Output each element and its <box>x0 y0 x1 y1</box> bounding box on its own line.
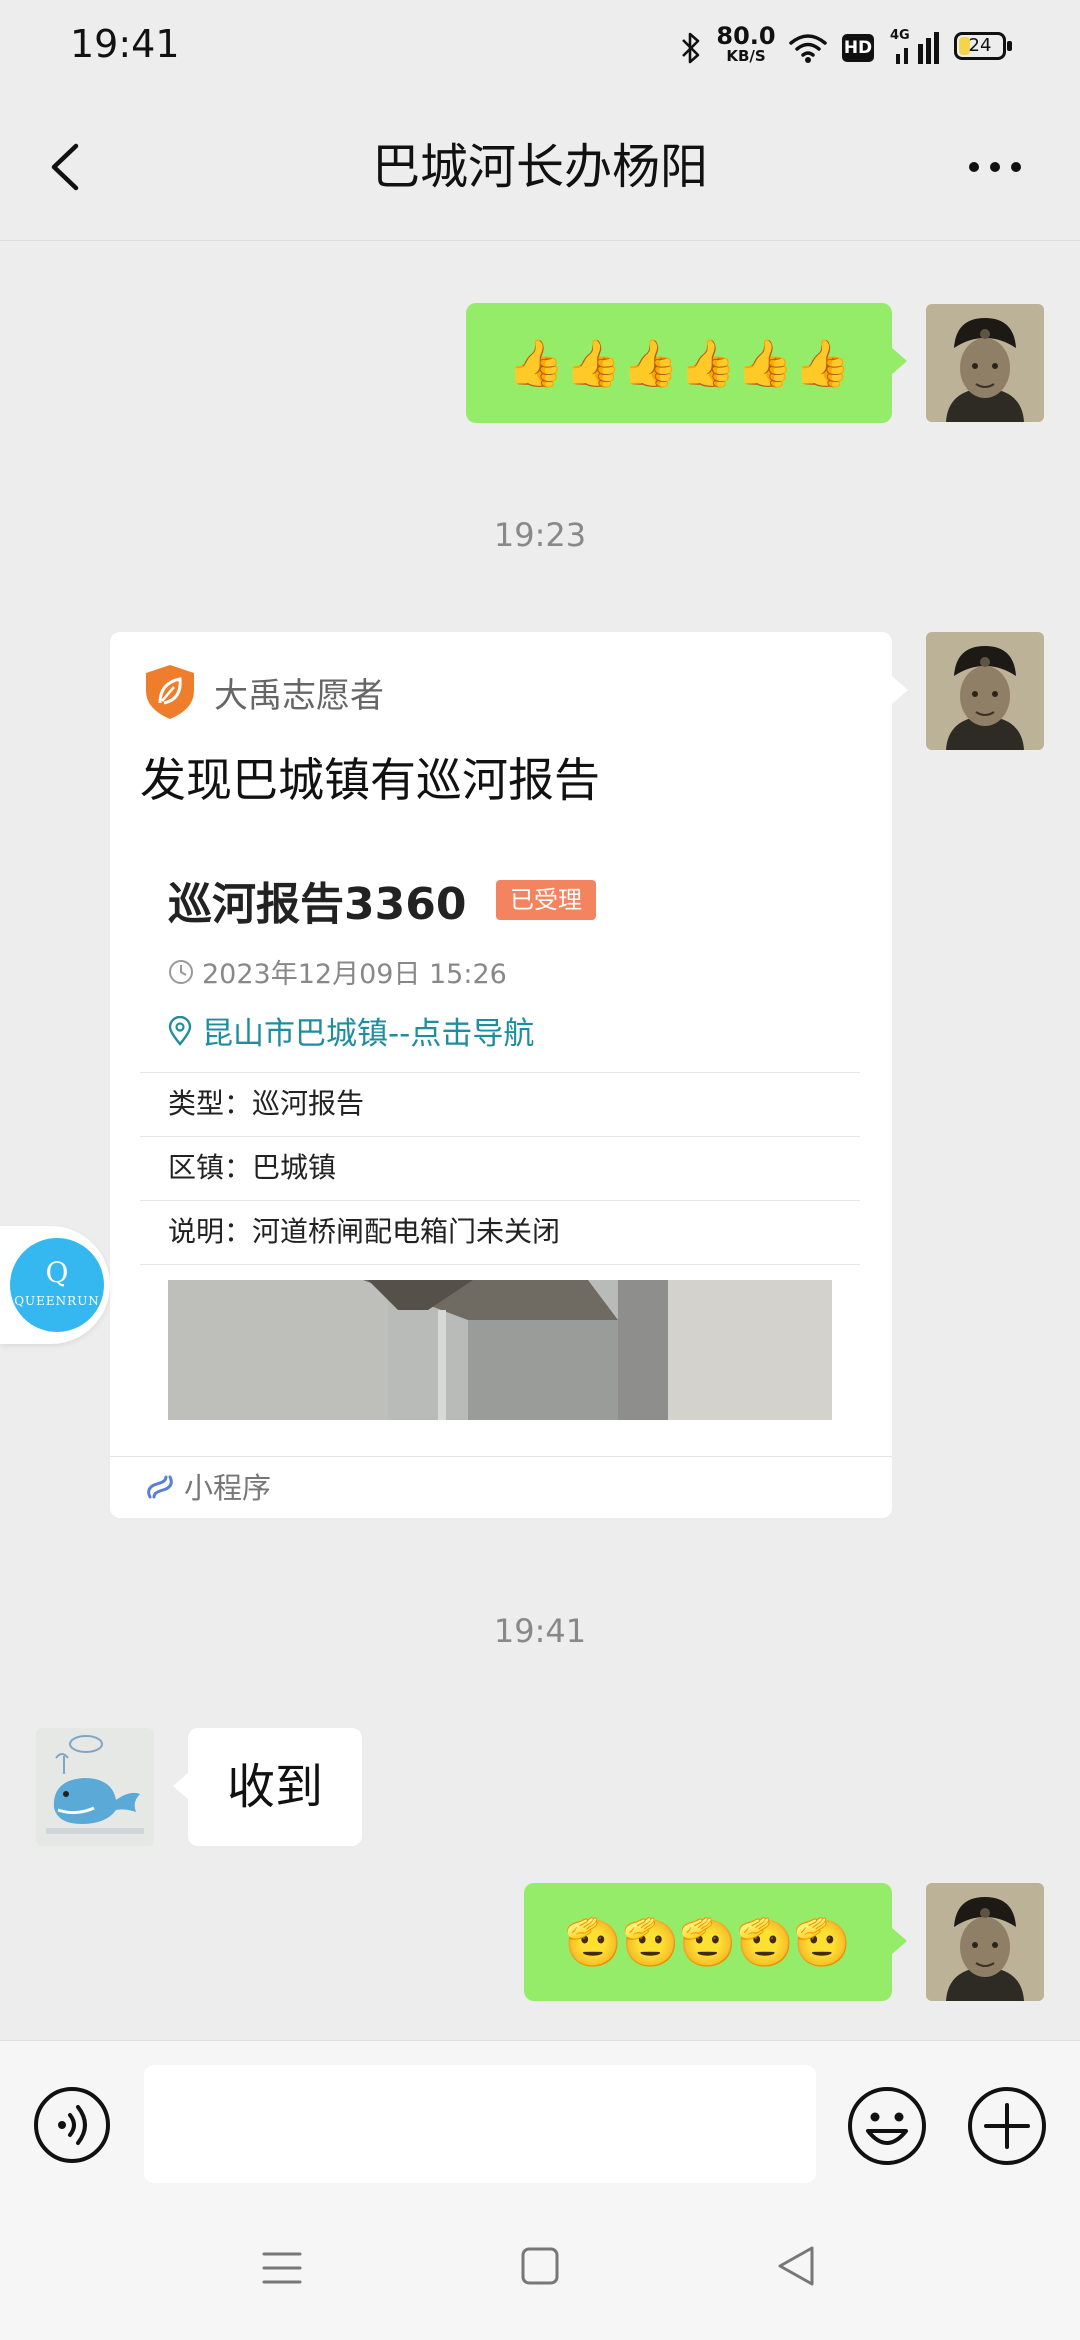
location-link-text: 昆山市巴城镇--点击导航 <box>202 1016 535 1052</box>
portrait-avatar-image <box>926 1883 1044 2001</box>
mini-program-card[interactable]: 大禹志愿者 发现巴城镇有巡河报告 巡河报告3360 已受理 2023年12月09… <box>110 632 892 1518</box>
plus-icon <box>968 2087 1046 2165</box>
info-row-description: 说明：河道桥闸配电箱门未关闭 <box>140 1200 860 1263</box>
status-bar: 19:41 80.0 KB/S HD 4G 24 <box>0 0 1080 96</box>
mini-program-label: 小程序 <box>184 1471 272 1505</box>
triangle-back-icon <box>778 2246 814 2286</box>
message-emoji: 🫡🫡🫡🫡🫡 <box>564 1914 852 1969</box>
card-source-name: 大禹志愿者 <box>214 675 384 716</box>
bubble-tail <box>891 347 907 375</box>
voice-button[interactable] <box>32 2085 112 2165</box>
nav-home-button[interactable] <box>520 2246 560 2286</box>
card-title: 发现巴城镇有巡河报告 <box>140 753 600 807</box>
message-input[interactable] <box>144 2065 816 2183</box>
timestamp: 19:23 <box>493 516 587 554</box>
message-bubble-outgoing[interactable]: 🫡🫡🫡🫡🫡 <box>524 1883 907 2001</box>
back-chevron-icon <box>51 143 79 191</box>
chat-input-bar <box>0 2040 1080 2191</box>
shield-leaf-icon <box>146 665 194 719</box>
card-tail <box>892 676 908 704</box>
battery-tip <box>1007 41 1012 51</box>
smiley-icon <box>848 2087 926 2165</box>
card-footer: 小程序 <box>110 1456 892 1518</box>
floating-queenrun-badge[interactable]: Q QUEENRUN <box>0 1226 110 1344</box>
back-button[interactable] <box>38 132 98 202</box>
portrait-avatar-image <box>926 304 1044 422</box>
hd-badge: HD <box>842 34 874 62</box>
report-datetime: 2023年12月09日 15:26 <box>202 959 507 990</box>
avatar-self[interactable] <box>926 632 1044 750</box>
chat-header: 巴城河长办杨阳 <box>0 96 1080 241</box>
avatar-contact[interactable] <box>36 1728 154 1846</box>
report-title: 巡河报告3360 <box>168 879 467 930</box>
status-time: 19:41 <box>70 22 180 66</box>
more-button[interactable] <box>960 132 1030 202</box>
emoji-button[interactable] <box>846 2085 928 2167</box>
navigation-link[interactable]: 昆山市巴城镇--点击导航 <box>168 1008 534 1053</box>
status-badge: 已受理 <box>496 880 596 920</box>
info-row-district: 区镇：巴城镇 <box>140 1136 860 1199</box>
more-functions-button[interactable] <box>966 2085 1048 2167</box>
wifi-icon <box>786 26 830 70</box>
chat-title: 巴城河长办杨阳 <box>371 139 708 195</box>
info-row-text: 说明：河道桥闸配电箱门未关闭 <box>168 1215 561 1248</box>
whale-avatar-image <box>36 1728 154 1846</box>
square-home-icon <box>521 2247 559 2285</box>
mini-program-icon <box>147 1475 173 1499</box>
avatar-self[interactable] <box>926 1883 1044 2001</box>
signal-icon: 4G <box>890 26 940 70</box>
message-emoji: 👍👍👍👍👍👍 <box>507 335 851 390</box>
info-row-text: 区镇：巴城镇 <box>168 1151 337 1184</box>
system-nav-bar <box>0 2190 1080 2340</box>
clock-icon <box>169 959 193 984</box>
avatar-self[interactable] <box>926 304 1044 422</box>
timestamp: 19:41 <box>493 1612 587 1650</box>
message-text: 收到 <box>226 1759 323 1815</box>
card-source: 大禹志愿者 <box>144 662 384 722</box>
report-photo[interactable] <box>168 1280 832 1420</box>
bubble-tail <box>173 1772 189 1800</box>
network-speed: 80.0 KB/S <box>716 22 776 66</box>
bluetooth-icon <box>676 26 706 70</box>
logo-letter: Q <box>45 1256 69 1289</box>
report-datetime-row: 2023年12月09日 15:26 <box>168 952 507 991</box>
logo-text: QUEENRUN <box>14 1294 100 1308</box>
bridge-photo-image <box>168 1280 832 1420</box>
info-row-text: 类型：巡河报告 <box>168 1087 365 1120</box>
message-bubble-outgoing[interactable]: 👍👍👍👍👍👍 <box>466 303 907 423</box>
nav-back-button[interactable] <box>776 2244 816 2288</box>
bubble-tail <box>891 1927 907 1955</box>
portrait-avatar-image <box>926 632 1044 750</box>
divider <box>140 1264 860 1265</box>
info-row-type: 类型：巡河报告 <box>140 1072 860 1135</box>
more-dots-icon <box>969 162 1021 172</box>
queenrun-logo-icon: Q QUEENRUN <box>10 1238 104 1332</box>
network-type: 4G <box>890 28 910 43</box>
location-pin-icon <box>168 1015 192 1046</box>
battery-icon: 24 <box>954 32 1012 60</box>
battery-level: 24 <box>968 35 992 56</box>
menu-lines-icon <box>262 2252 302 2284</box>
network-speed-value: 80.0 <box>716 22 776 50</box>
voice-icon <box>34 2087 110 2163</box>
nav-recent-apps-button[interactable] <box>262 2248 302 2288</box>
message-bubble-incoming[interactable]: 收到 <box>173 1728 362 1846</box>
